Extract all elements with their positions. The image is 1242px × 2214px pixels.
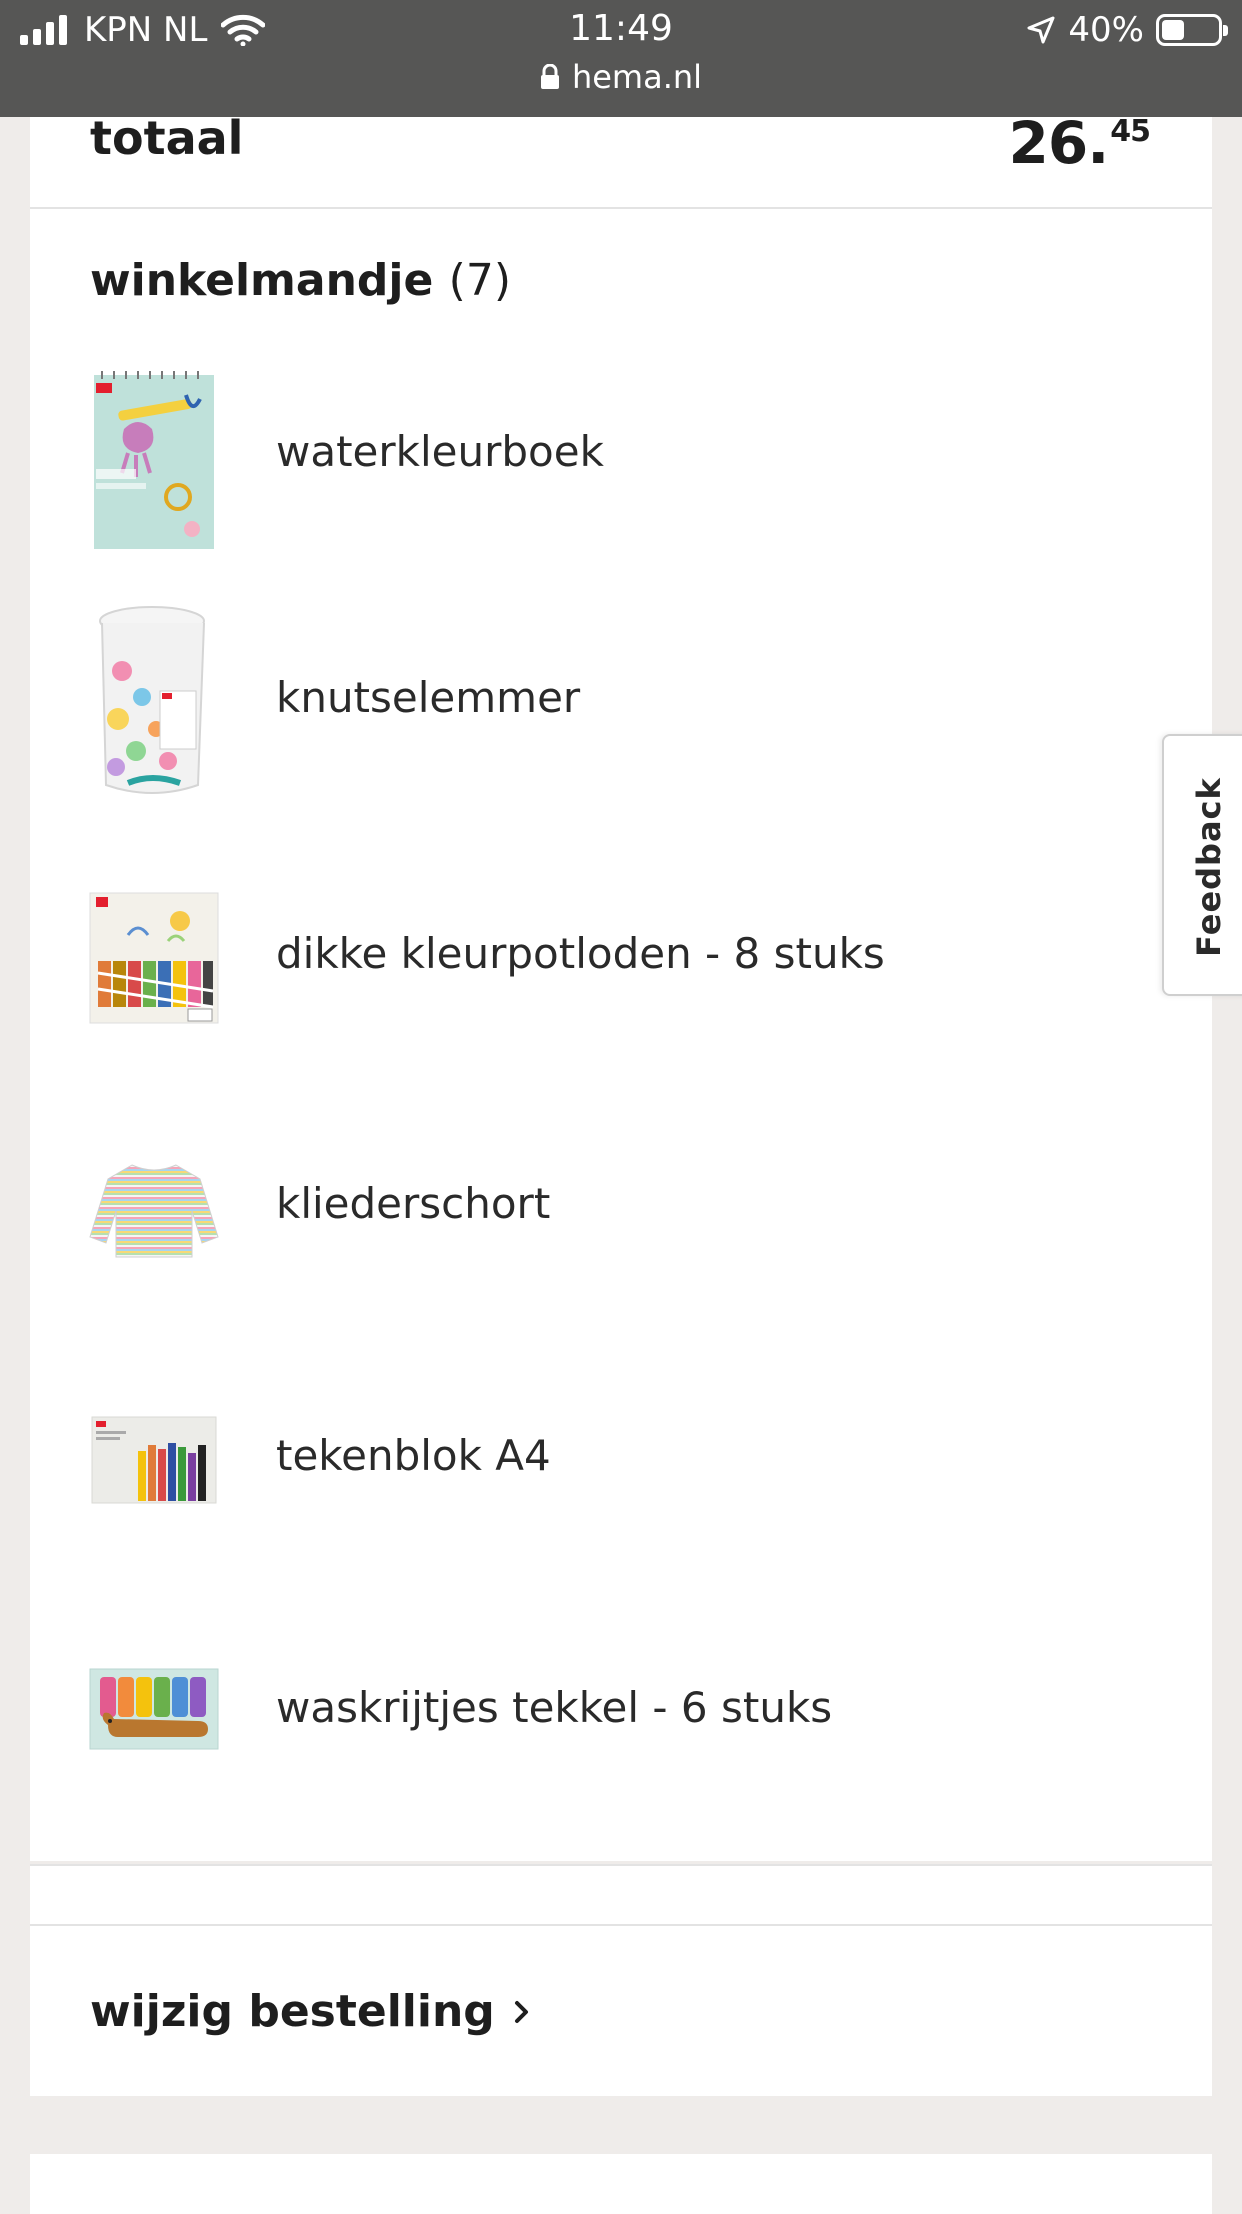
domain-label: hema.nl [571,58,703,96]
craft-bucket-image [99,606,205,794]
basket-item[interactable]: kliederschort [30,1117,1212,1317]
basket-item[interactable]: waterkleurboek [30,361,1212,561]
lock-icon [540,64,559,89]
change-order-card: wijzig bestelling [30,1864,1212,2096]
item-name[interactable]: tekenblok A4 [276,1431,551,1480]
next-section-card [30,2154,1212,2214]
item-name[interactable]: knutselemmer [276,673,580,722]
basket-title-label: winkelmandje [90,255,434,306]
total-label: totaal [90,111,244,165]
total-price: 26.45 [1009,109,1151,177]
basket-item[interactable]: tekenblok A4 [30,1369,1212,1569]
address-bar[interactable]: hema.nl [0,58,1242,96]
status-right: 40% [1026,10,1228,50]
chevron-right-icon [514,2000,528,2023]
basket-item[interactable]: knutselemmer [30,606,1212,813]
feedback-label: Feedback [1190,777,1228,957]
basket-card: winkelmandje (7) waterkleurboek knutsele… [30,209,1212,1861]
thick-colored-pencils-image [89,892,219,1024]
change-order-label: wijzig bestelling [90,1986,495,2037]
feedback-tab[interactable]: Feedback [1162,734,1242,996]
item-name[interactable]: dikke kleurpotloden - 8 stuks [276,929,885,978]
ios-status-bar: KPN NL 11:49 hema.nl 40% [0,0,1242,117]
total-price-cents: 45 [1110,114,1151,149]
item-name[interactable]: waterkleurboek [276,427,604,476]
change-order-row: wijzig bestelling [30,1924,1212,2098]
total-price-whole: 26. [1008,109,1110,177]
battery-icon [1156,14,1228,46]
order-total-card: totaal 26.45 [30,109,1212,209]
basket-item[interactable]: dikke kleurpotloden - 8 stuks [30,865,1212,1065]
basket-item[interactable]: waskrijtjes tekkel - 6 stuks [30,1621,1212,1821]
drawing-pad-image [91,1416,217,1504]
change-order-link[interactable]: wijzig bestelling [90,1986,531,2037]
location-arrow-icon [1027,16,1055,44]
dachshund-crayons-image [89,1668,219,1750]
basket-count: (7) [448,255,511,306]
item-name[interactable]: waskrijtjes tekkel - 6 stuks [276,1683,832,1732]
art-smock-image [89,1164,219,1258]
item-name[interactable]: kliederschort [276,1179,550,1228]
battery-percent: 40% [1068,10,1144,50]
watercolor-book-image [94,371,214,549]
basket-title: winkelmandje (7) [90,255,511,306]
